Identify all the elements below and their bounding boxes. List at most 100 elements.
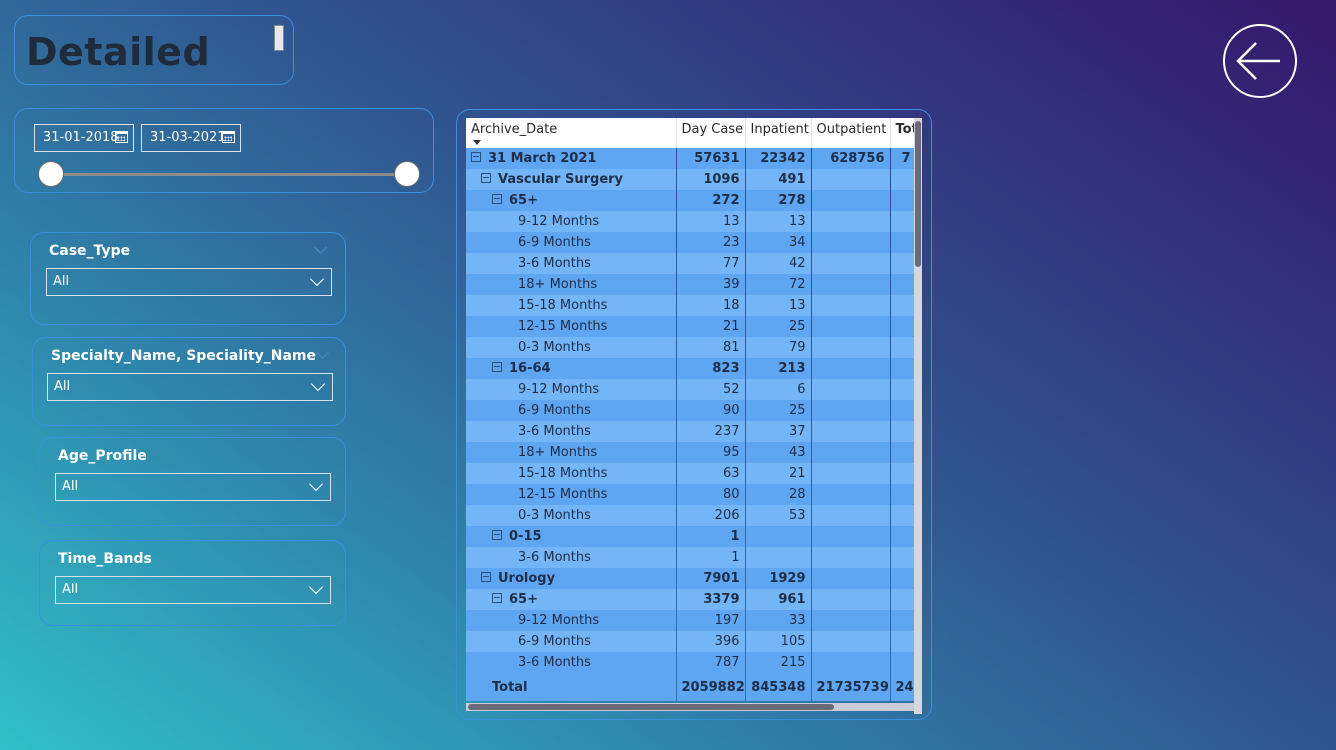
sort-desc-icon bbox=[473, 140, 481, 145]
row-label-cell: 6-9 Months bbox=[466, 631, 677, 652]
row-label-cell: 3-6 Months bbox=[466, 547, 677, 568]
table-row[interactable]: 31 March 2021 57631 22342 628756 7 bbox=[466, 148, 917, 169]
table-row[interactable]: 9-12 Months 52 6 bbox=[466, 379, 917, 400]
collapse-icon[interactable] bbox=[481, 173, 491, 183]
table-row[interactable]: 0-15 1 bbox=[466, 526, 917, 547]
cell-day-case: 1 bbox=[676, 547, 746, 568]
time-bands-slicer: Time_Bands All bbox=[39, 540, 346, 626]
table-row[interactable]: 6-9 Months 90 25 bbox=[466, 400, 917, 421]
table-row[interactable]: 9-12 Months 13 13 bbox=[466, 211, 917, 232]
cell-outpatient bbox=[811, 463, 891, 484]
calendar-icon[interactable] bbox=[115, 131, 128, 143]
table-row[interactable]: 6-9 Months 396 105 bbox=[466, 631, 917, 652]
column-header-total[interactable]: Tot bbox=[890, 118, 916, 148]
row-label-cell: 3-6 Months bbox=[466, 652, 677, 673]
row-label-cell: Urology bbox=[466, 568, 677, 589]
collapse-icon[interactable] bbox=[481, 572, 491, 582]
cell-total bbox=[890, 190, 917, 211]
row-label-cell: 9-12 Months bbox=[466, 211, 677, 232]
chevron-down-icon[interactable] bbox=[314, 241, 327, 254]
table-row[interactable]: 12-15 Months 21 25 bbox=[466, 316, 917, 337]
cell-outpatient bbox=[811, 421, 891, 442]
table-row[interactable]: 3-6 Months 787 215 bbox=[466, 652, 917, 673]
collapse-icon[interactable] bbox=[471, 152, 481, 162]
end-date-input[interactable]: 31-03-2021 bbox=[141, 124, 241, 152]
collapse-icon[interactable] bbox=[492, 194, 502, 204]
cell-total bbox=[890, 463, 917, 484]
time-bands-dropdown[interactable]: All bbox=[55, 576, 331, 604]
start-date-input[interactable]: 31-01-2018 bbox=[34, 124, 134, 152]
matrix-table-container[interactable]: Archive_Date Day Case Inpatient Outpatie… bbox=[466, 118, 922, 714]
row-label: Vascular Surgery bbox=[498, 172, 624, 187]
cell-day-case: 52 bbox=[676, 379, 746, 400]
table-row[interactable]: Urology 7901 1929 bbox=[466, 568, 917, 589]
case-type-dropdown[interactable]: All bbox=[46, 268, 332, 296]
horizontal-scrollbar-thumb[interactable] bbox=[468, 704, 834, 710]
chevron-down-icon[interactable] bbox=[316, 346, 329, 359]
table-row[interactable]: 3-6 Months 77 42 bbox=[466, 253, 917, 274]
cell-outpatient bbox=[811, 232, 891, 253]
page-title: Detailed bbox=[26, 30, 211, 74]
collapse-icon[interactable] bbox=[492, 530, 502, 540]
cell-inpatient: 33 bbox=[745, 610, 812, 631]
cell-outpatient bbox=[811, 358, 891, 379]
resize-handle[interactable] bbox=[274, 25, 284, 51]
age-profile-label: Age_Profile bbox=[58, 448, 147, 464]
column-header-outpatient[interactable]: Outpatient bbox=[811, 118, 891, 148]
cell-outpatient bbox=[811, 652, 891, 673]
column-header-archive-date[interactable]: Archive_Date bbox=[466, 118, 677, 148]
cell-inpatient bbox=[745, 547, 812, 568]
cell-inpatient: 215 bbox=[745, 652, 812, 673]
date-slider-track[interactable] bbox=[51, 173, 409, 176]
cell-total: 7 bbox=[890, 148, 917, 169]
row-label: 0-3 Months bbox=[518, 340, 591, 355]
cell-day-case: 63 bbox=[676, 463, 746, 484]
table-row[interactable]: 18+ Months 95 43 bbox=[466, 442, 917, 463]
table-row[interactable]: 0-3 Months 81 79 bbox=[466, 337, 917, 358]
back-button[interactable] bbox=[1223, 24, 1297, 98]
vertical-scrollbar-thumb[interactable] bbox=[915, 121, 921, 267]
case-type-label: Case_Type bbox=[49, 243, 131, 259]
column-header-inpatient[interactable]: Inpatient bbox=[745, 118, 812, 148]
cell-total bbox=[890, 379, 917, 400]
row-label: 18+ Months bbox=[518, 277, 598, 292]
row-label: 65+ bbox=[509, 193, 538, 208]
start-date-value: 31-01-2018 bbox=[43, 130, 119, 145]
date-slider-end-handle[interactable] bbox=[394, 161, 420, 187]
cell-inpatient: 37 bbox=[745, 421, 812, 442]
table-row[interactable]: 65+ 3379 961 bbox=[466, 589, 917, 610]
cell-total bbox=[890, 526, 917, 547]
cell-day-case: 80 bbox=[676, 484, 746, 505]
cell-day-case: 95 bbox=[676, 442, 746, 463]
table-row[interactable]: 9-12 Months 197 33 bbox=[466, 610, 917, 631]
table-row[interactable]: 6-9 Months 23 34 bbox=[466, 232, 917, 253]
date-slider-start-handle[interactable] bbox=[38, 161, 64, 187]
table-row[interactable]: 15-18 Months 18 13 bbox=[466, 295, 917, 316]
cell-inpatient: 28 bbox=[745, 484, 812, 505]
table-row[interactable]: 3-6 Months 237 37 bbox=[466, 421, 917, 442]
table-row[interactable]: 16-64 823 213 bbox=[466, 358, 917, 379]
calendar-icon[interactable] bbox=[222, 131, 235, 143]
table-row[interactable]: 0-3 Months 206 53 bbox=[466, 505, 917, 526]
row-label-cell: Vascular Surgery bbox=[466, 169, 677, 190]
column-header-day-case[interactable]: Day Case bbox=[676, 118, 746, 148]
table-row[interactable]: 15-18 Months 63 21 bbox=[466, 463, 917, 484]
table-row[interactable]: 18+ Months 39 72 bbox=[466, 274, 917, 295]
table-row[interactable]: 3-6 Months 1 bbox=[466, 547, 917, 568]
cell-day-case: 396 bbox=[676, 631, 746, 652]
cell-inpatient: 213 bbox=[745, 358, 812, 379]
table-row[interactable]: 65+ 272 278 bbox=[466, 190, 917, 211]
cell-inpatient: 22342 bbox=[745, 148, 812, 169]
cell-inpatient: 79 bbox=[745, 337, 812, 358]
age-profile-dropdown[interactable]: All bbox=[55, 473, 331, 501]
collapse-icon[interactable] bbox=[492, 362, 502, 372]
cell-outpatient bbox=[811, 568, 891, 589]
row-label-cell: 3-6 Months bbox=[466, 421, 677, 442]
cell-total bbox=[890, 316, 917, 337]
table-row[interactable]: Vascular Surgery 1096 491 bbox=[466, 169, 917, 190]
table-row[interactable]: 12-15 Months 80 28 bbox=[466, 484, 917, 505]
collapse-icon[interactable] bbox=[492, 593, 502, 603]
cell-outpatient bbox=[811, 274, 891, 295]
specialty-dropdown[interactable]: All bbox=[47, 373, 333, 401]
cell-day-case: 90 bbox=[676, 400, 746, 421]
